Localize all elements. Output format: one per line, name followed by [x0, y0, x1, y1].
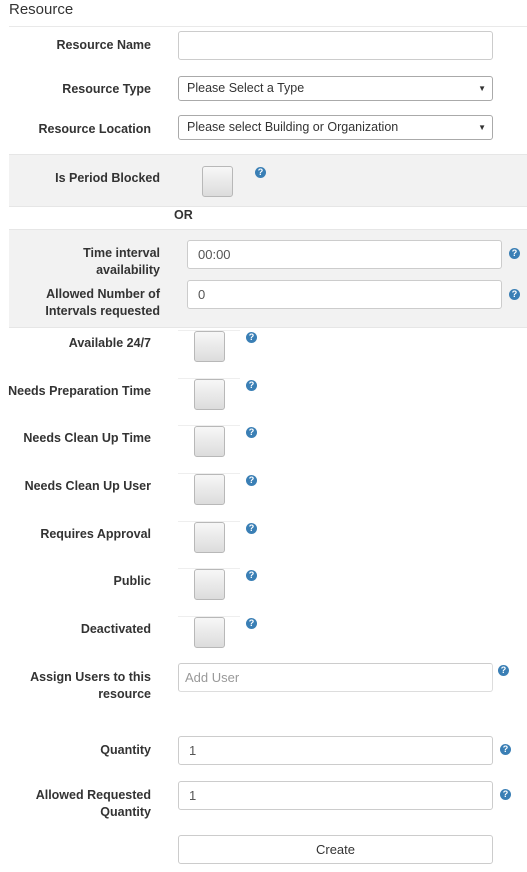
- time-interval-input[interactable]: 00:00: [187, 240, 502, 269]
- deactivated-label: Deactivated: [80, 622, 151, 636]
- resource-type-label: Resource Type: [62, 82, 151, 96]
- requires-approval-toggle[interactable]: [194, 522, 225, 553]
- help-icon[interactable]: ?: [500, 744, 511, 755]
- allowed-intervals-label-2: Intervals requested: [45, 304, 160, 318]
- available-247-toggle[interactable]: [194, 331, 225, 362]
- help-icon[interactable]: ?: [246, 523, 257, 534]
- quantity-label: Quantity: [100, 743, 151, 757]
- deactivated-toggle-wrap: [178, 616, 240, 650]
- chevron-down-icon: ▼: [478, 84, 486, 93]
- available-247-label: Available 24/7: [68, 336, 151, 350]
- needs-cleanup-time-toggle[interactable]: [194, 426, 225, 457]
- assign-users-label-2: resource: [98, 687, 151, 701]
- help-icon[interactable]: ?: [498, 665, 509, 676]
- needs-cleanup-user-toggle-wrap: [178, 473, 240, 507]
- resource-location-select[interactable]: Please select Building or Organization ▼: [178, 115, 493, 140]
- allowed-requested-quantity-label-1: Allowed Requested: [35, 788, 151, 802]
- needs-prep-toggle[interactable]: [194, 379, 225, 410]
- time-interval-label-2: availability: [96, 263, 160, 277]
- help-icon[interactable]: ?: [246, 332, 257, 343]
- resource-name-input[interactable]: [178, 31, 493, 60]
- period-blocked-toggle[interactable]: [202, 166, 233, 197]
- resource-type-selected: Please Select a Type: [187, 81, 305, 95]
- allowed-requested-quantity-label-2: Quantity: [100, 805, 151, 819]
- available-247-toggle-wrap: [178, 330, 240, 364]
- allowed-intervals-input[interactable]: 0: [187, 280, 502, 309]
- needs-cleanup-user-label: Needs Clean Up User: [24, 479, 151, 493]
- help-icon[interactable]: ?: [246, 475, 257, 486]
- help-icon[interactable]: ?: [246, 380, 257, 391]
- public-toggle[interactable]: [194, 569, 225, 600]
- add-user-input[interactable]: Add User: [178, 663, 493, 692]
- resource-location-selected: Please select Building or Organization: [187, 120, 399, 134]
- deactivated-toggle[interactable]: [194, 617, 225, 648]
- or-divider-text: OR: [174, 208, 193, 222]
- help-icon[interactable]: ?: [509, 289, 520, 300]
- needs-cleanup-time-label: Needs Clean Up Time: [23, 431, 151, 445]
- allowed-intervals-label-1: Allowed Number of: [46, 287, 160, 301]
- period-blocked-toggle-wrap: [186, 166, 248, 200]
- help-icon[interactable]: ?: [255, 167, 266, 178]
- help-icon[interactable]: ?: [246, 570, 257, 581]
- help-icon[interactable]: ?: [246, 618, 257, 629]
- chevron-down-icon: ▼: [478, 123, 486, 132]
- help-icon[interactable]: ?: [246, 427, 257, 438]
- needs-prep-label: Needs Preparation Time: [8, 384, 151, 398]
- requires-approval-label: Requires Approval: [40, 527, 151, 541]
- quantity-input[interactable]: 1: [178, 736, 493, 765]
- title-divider: [9, 26, 527, 27]
- public-label: Public: [113, 574, 151, 588]
- resource-type-select[interactable]: Please Select a Type ▼: [178, 76, 493, 101]
- requires-approval-toggle-wrap: [178, 521, 240, 555]
- needs-cleanup-time-toggle-wrap: [178, 425, 240, 459]
- create-button[interactable]: Create: [178, 835, 493, 864]
- resource-name-label: Resource Name: [56, 38, 152, 52]
- needs-cleanup-user-toggle[interactable]: [194, 474, 225, 505]
- help-icon[interactable]: ?: [500, 789, 511, 800]
- resource-location-label: Resource Location: [38, 122, 151, 136]
- needs-prep-toggle-wrap: [178, 378, 240, 412]
- assign-users-label-1: Assign Users to this: [30, 670, 151, 684]
- public-toggle-wrap: [178, 568, 240, 602]
- allowed-requested-quantity-input[interactable]: 1: [178, 781, 493, 810]
- help-icon[interactable]: ?: [509, 248, 520, 259]
- time-interval-label-1: Time interval: [83, 246, 160, 260]
- page-title: Resource: [9, 1, 74, 18]
- period-blocked-label: Is Period Blocked: [55, 171, 160, 185]
